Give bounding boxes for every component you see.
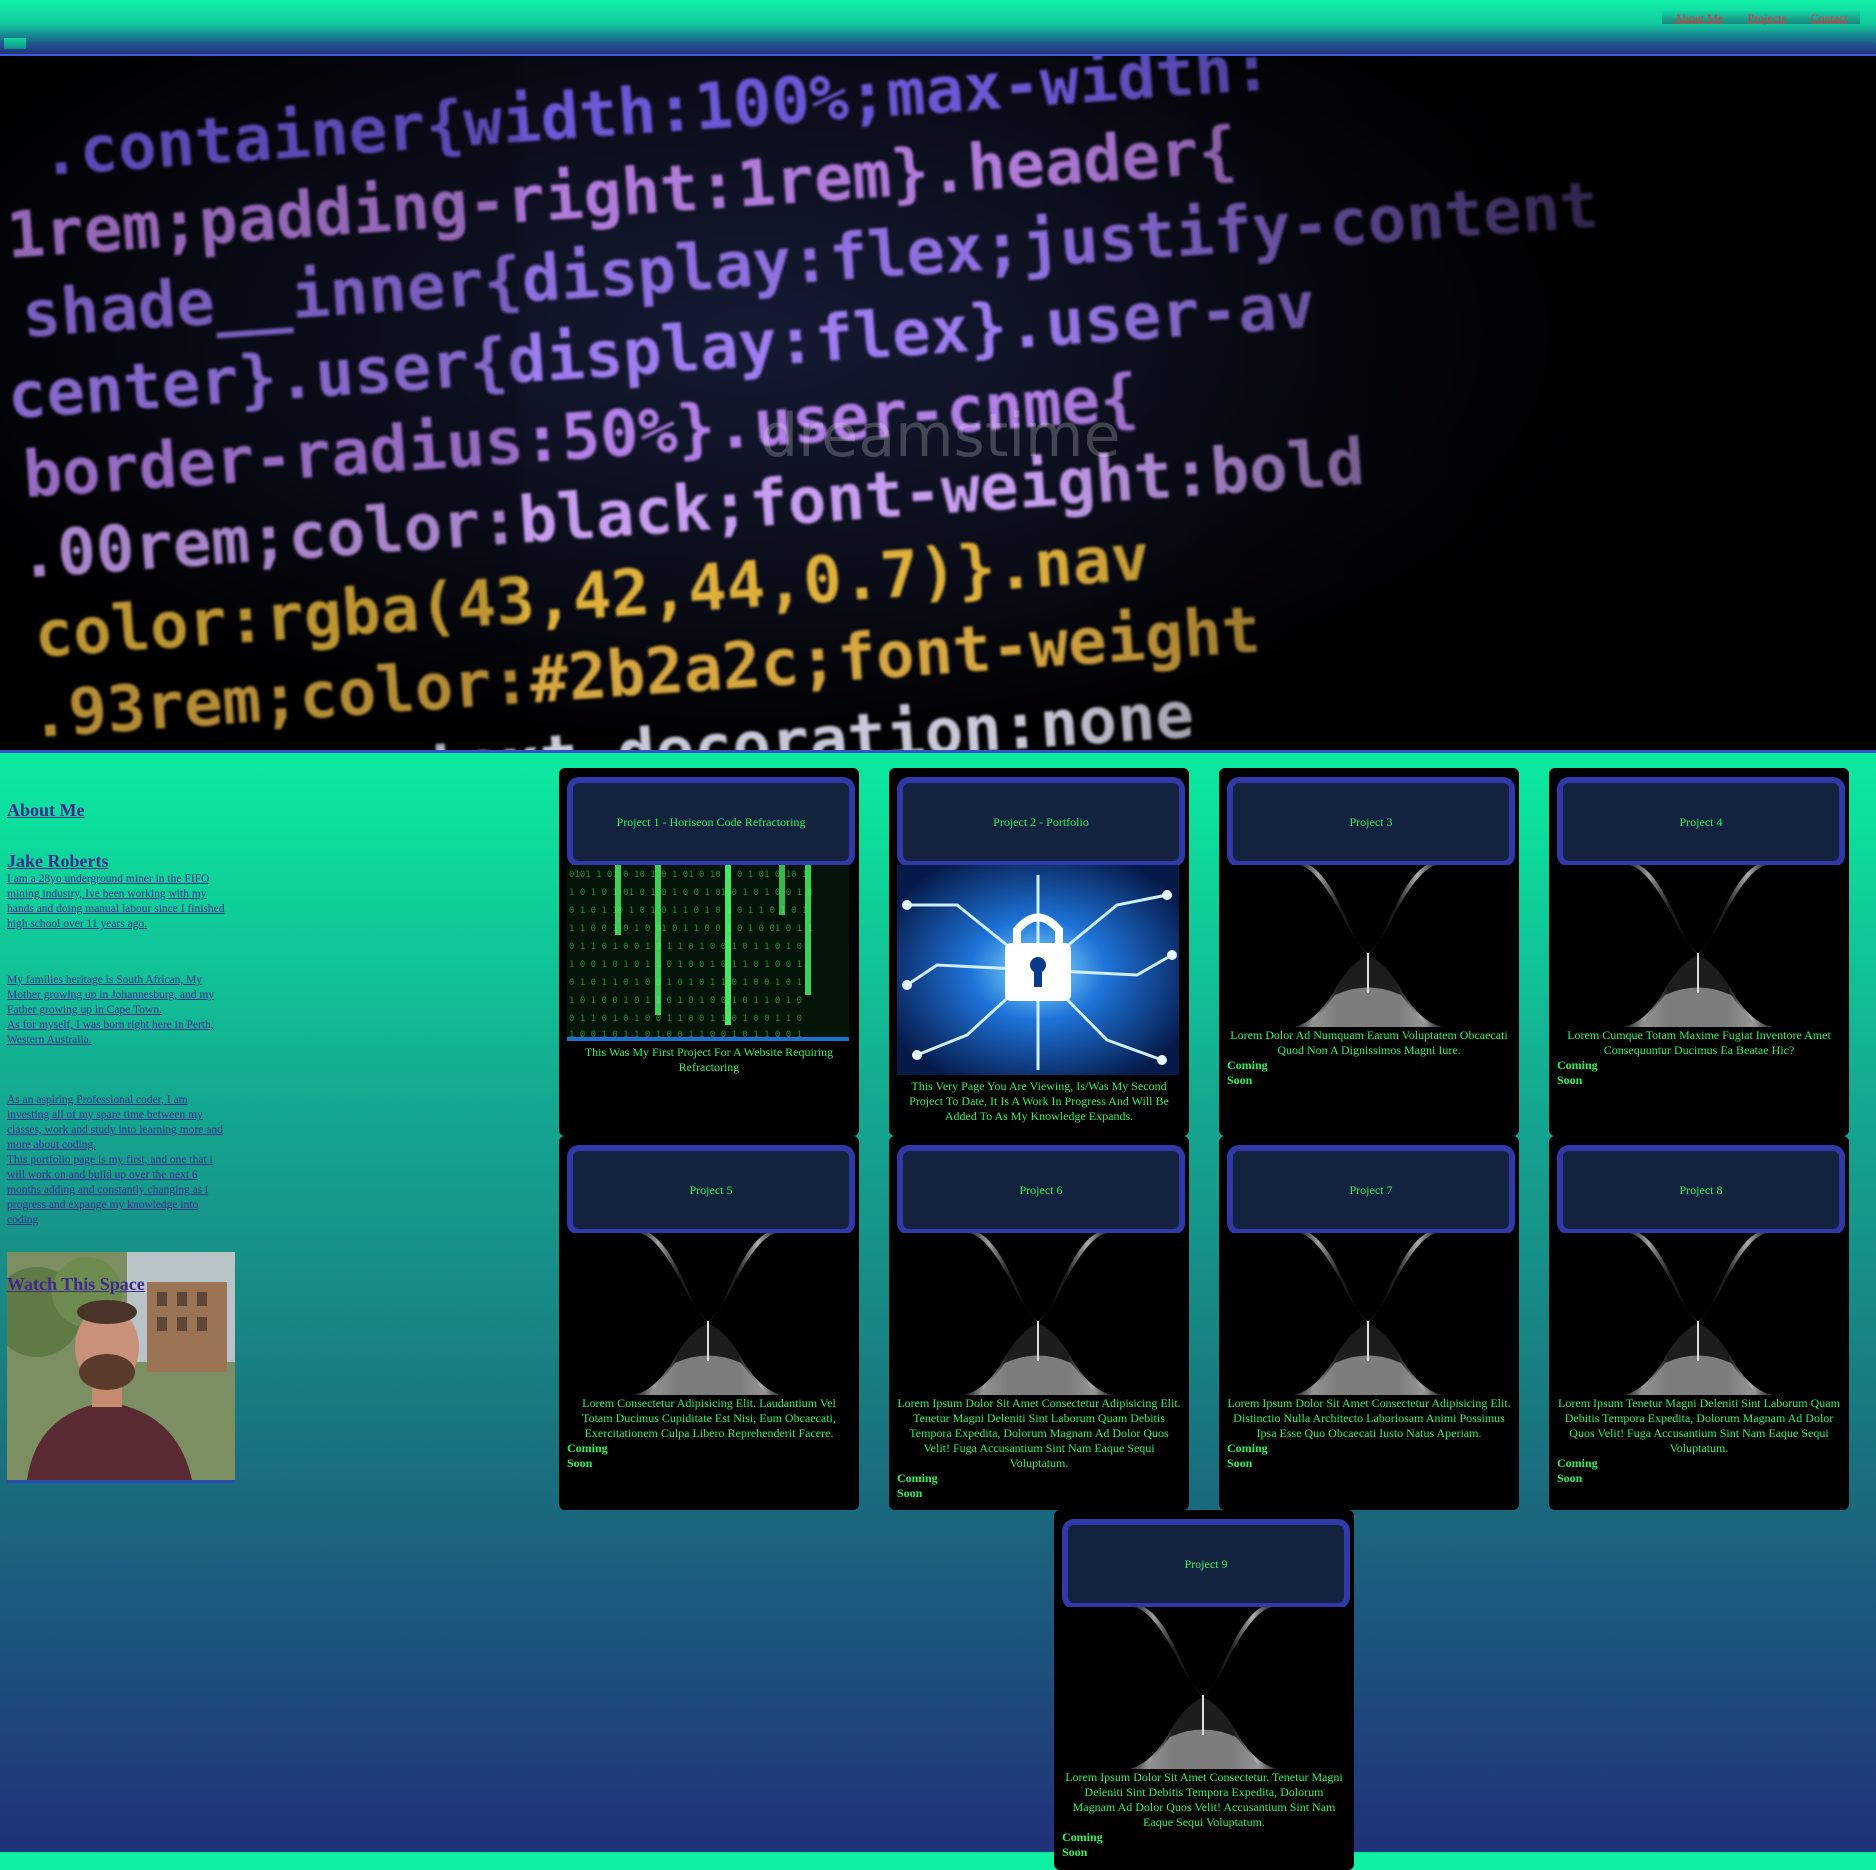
svg-text:1 0 0 1 0 1 0 1 1 0 1 0 0 1 0: 1 0 0 1 0 1 0 1 1 0 1 0 0 1 0 1 1 0 1 0 … <box>569 960 802 970</box>
svg-text:0 1 1 0 1 0 1 0 0 1 1 0 0 1 1: 0 1 1 0 1 0 1 0 0 1 1 0 0 1 1 0 1 0 0 1 … <box>569 1014 802 1024</box>
hero-code-image: .container{width:100%;max-width: 1rem;pa… <box>0 56 1876 750</box>
coming-soon-label: Coming Soon <box>1557 1058 1598 1087</box>
header-logo-block <box>4 38 26 49</box>
about-para-4[interactable]: As an aspiring Professional coder, I am … <box>7 1093 227 1153</box>
svg-text:0 1 0 1 10 1 0 1 0 1 1 0 1 0 1: 0 1 0 1 10 1 0 1 0 1 1 0 1 0 1 0 1 1 0 1… <box>569 906 807 916</box>
project-description: Lorem Ipsum Tenetur Magni Deleniti Sint … <box>1558 1396 1840 1455</box>
hourglass-image <box>1557 1233 1839 1395</box>
coming-soon-label: Coming Soon <box>897 1471 938 1500</box>
about-name[interactable]: Jake Roberts <box>7 851 109 872</box>
project-title[interactable]: Project 5 <box>567 1145 855 1235</box>
svg-text:1 0 1 0 1 01 0 1 0 1 0 0 1 01: 1 0 1 0 1 01 0 1 0 1 0 0 1 01 0 1 0 1 0 … <box>569 888 813 898</box>
about-para-2[interactable]: My families heritage is South African, M… <box>7 973 227 1018</box>
nav-link-contact[interactable]: Contact <box>1810 12 1847 24</box>
project-description: Lorem Consectetur Adipisicing Elit. Laud… <box>582 1396 836 1440</box>
hero-watermark: dreamstime <box>760 401 1120 471</box>
nav-link-projects[interactable]: Projects <box>1747 12 1786 24</box>
coming-soon-label: Coming Soon <box>1227 1058 1268 1087</box>
hourglass-image <box>1557 865 1839 1027</box>
hourglass-image <box>897 1233 1179 1395</box>
project-title[interactable]: Project 6 <box>897 1145 1185 1235</box>
project-card-6[interactable]: Project 6 Lorem Ipsum Dolor Sit Amet Con… <box>889 1136 1189 1510</box>
project-card-4[interactable]: Project 4 Lorem Cumque Totam Maxime Fugi… <box>1549 768 1849 1136</box>
project-title[interactable]: Project 3 <box>1227 777 1515 867</box>
hourglass-image <box>1227 865 1509 1027</box>
svg-text:1 0 1 0 0 1 0 1 1 0 1 0 1 0 0: 1 0 1 0 0 1 0 1 1 0 1 0 1 0 0 1 0 1 1 0 … <box>569 996 802 1006</box>
svg-text:0101 1 01 0 10 1 0 1 01 0 10 1: 0101 1 01 0 10 1 0 1 01 0 10 1 0 1 01 0 … <box>569 870 807 880</box>
nav-link-about[interactable]: About Me <box>1674 12 1723 24</box>
project-card-9[interactable]: Project 9 Lorem Ipsum Dolor Sit Amet Con… <box>1054 1510 1354 1870</box>
project-card-7[interactable]: Project 7 Lorem Ipsum Dolor Sit Amet Con… <box>1219 1136 1519 1510</box>
hourglass-image <box>567 1233 849 1395</box>
project-description: Lorem Ipsum Dolor Sit Amet Consectetur A… <box>897 1396 1181 1470</box>
coming-soon-label: Coming Soon <box>567 1441 608 1470</box>
about-para-1[interactable]: I am a 28yo underground miner in the FIF… <box>7 872 227 932</box>
project-title[interactable]: Project 2 - Portfolio <box>897 777 1185 867</box>
project-card-8[interactable]: Project 8 Lorem Ipsum Tenetur Magni Dele… <box>1549 1136 1849 1510</box>
hourglass-image <box>1227 1233 1509 1395</box>
project-description: Lorem Ipsum Dolor Sit Amet Consectetur A… <box>1227 1396 1511 1440</box>
project-description: Lorem Ipsum Dolor Sit Amet Consectetur. … <box>1065 1770 1343 1829</box>
project-description: This Very Page You Are Viewing, Is/Was M… <box>909 1079 1169 1123</box>
project-description: This Was My First Project For A Website … <box>584 1045 834 1074</box>
coming-soon-label: Coming Soon <box>1062 1830 1103 1859</box>
project-card-2[interactable]: Project 2 - Portfolio This Very Page You… <box>889 768 1189 1136</box>
project-card-5[interactable]: Project 5 Lorem Consectetur Adipisicing … <box>559 1136 859 1510</box>
coming-soon-label: Coming Soon <box>1557 1456 1598 1485</box>
project-title[interactable]: Project 8 <box>1557 1145 1845 1235</box>
project-card-3[interactable]: Project 3 Lorem Dolor Ad Numquam Earum V… <box>1219 768 1519 1136</box>
project-description: Lorem Cumque Totam Maxime Fugiat Invento… <box>1567 1028 1831 1057</box>
hourglass-image <box>1062 1607 1344 1769</box>
photo-caption[interactable]: Watch This Space <box>7 1274 145 1295</box>
site-header: About Me Projects Contact <box>0 0 1876 56</box>
circuit-lock-image <box>897 865 1179 1075</box>
project-card-1[interactable]: Project 1 - Horiseon Code Refractoring 0… <box>559 768 859 1136</box>
svg-text:0 1 1 0 1 0 0 1 0 1 1 0 1 0 0: 0 1 1 0 1 0 0 1 0 1 1 0 1 0 0 1 0 1 1 0 … <box>569 942 802 952</box>
hero-code-banner: .container{width:100%;max-width: 1rem;pa… <box>0 56 1876 753</box>
matrix-code-image: 0101 1 01 0 10 1 0 1 01 0 10 1 0 1 01 0 … <box>567 865 849 1041</box>
project-title[interactable]: Project 1 - Horiseon Code Refractoring <box>567 777 855 867</box>
project-description: Lorem Dolor Ad Numquam Earum Voluptatem … <box>1230 1028 1508 1057</box>
about-para-5[interactable]: This portfolio page is my first, and one… <box>7 1153 227 1228</box>
project-title[interactable]: Project 7 <box>1227 1145 1515 1235</box>
svg-text:1 1 0 0 1 0 1 0 01 0 1 1 0 0 1: 1 1 0 0 1 0 1 0 01 0 1 1 0 0 1 0 1 0 01 … <box>569 924 813 934</box>
project-title[interactable]: Project 4 <box>1557 777 1845 867</box>
project-title[interactable]: Project 9 <box>1062 1519 1350 1609</box>
coming-soon-label: Coming Soon <box>1227 1441 1268 1470</box>
main-nav: About Me Projects Contact <box>1662 11 1860 24</box>
svg-text:0 1 0 1 1 0 1 0 0 1 0 1 0 1 1: 0 1 0 1 1 0 1 0 0 1 0 1 0 1 1 0 1 0 0 1 … <box>569 978 802 988</box>
about-heading[interactable]: About Me <box>7 800 85 821</box>
about-para-3[interactable]: As for myself, I was born right here in … <box>7 1018 227 1048</box>
